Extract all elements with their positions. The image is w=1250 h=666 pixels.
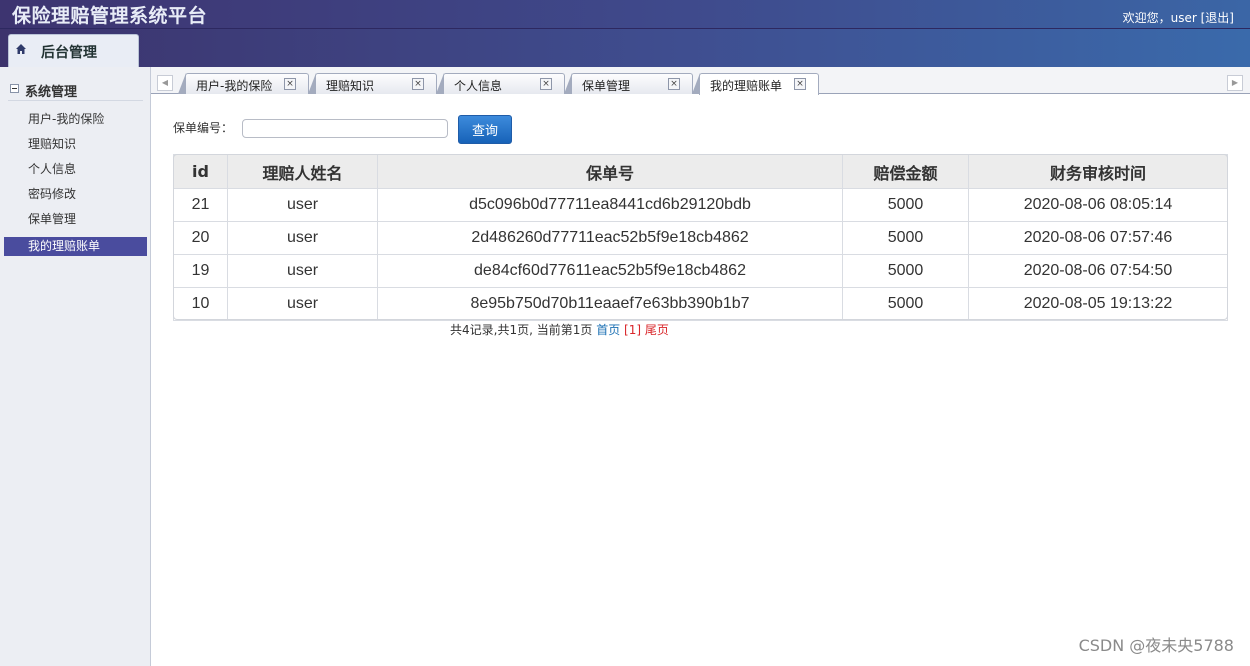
top-header: 保险理赔管理系统平台 欢迎您，user [退出] 后台管理 xyxy=(0,0,1250,67)
cell-amount: 5000 xyxy=(842,221,969,255)
cell-claimant: user xyxy=(227,221,378,255)
sidebar-item-my-claim-bills[interactable]: 我的理赔账单 xyxy=(4,237,147,256)
tab-personal-info[interactable]: 个人信息 × xyxy=(436,73,565,94)
sidebar-group-system[interactable]: 系统管理 xyxy=(8,80,143,101)
cell-id: 21 xyxy=(173,188,228,222)
sidebar: 系统管理 用户-我的保险 理赔知识 个人信息 密码修改 保单管理 我的理赔账单 xyxy=(0,67,151,666)
table-header-row: id 理赔人姓名 保单号 赔偿金额 财务审核时间 xyxy=(173,154,1228,189)
sidebar-item-my-insurance[interactable]: 用户-我的保险 xyxy=(4,109,147,134)
pagination: 共4记录,共1页, 当前第1页 首页 [1] 尾页 xyxy=(450,321,669,338)
cell-amount: 5000 xyxy=(842,188,969,222)
column-header-policy-number: 保单号 xyxy=(377,154,843,189)
tab-scroll-right-icon[interactable]: ▶ xyxy=(1227,75,1243,91)
column-header-claimant: 理赔人姓名 xyxy=(227,154,378,189)
tab-policy-management[interactable]: 保单管理 × xyxy=(564,73,693,94)
main-content: 保单编号： 查询 id 理赔人姓名 保单号 赔偿金额 财务审核时间 21 use… xyxy=(151,94,1250,666)
welcome-bar: 欢迎您，user [退出] xyxy=(1123,9,1234,26)
table-row: 20 user 2d486260d77711eac52b5f9e18cb4862… xyxy=(173,221,1228,255)
cell-audit-time: 2020-08-06 07:57:46 xyxy=(968,221,1228,255)
cell-claimant: user xyxy=(227,287,378,321)
tab-my-insurance[interactable]: 用户-我的保险 × xyxy=(178,73,309,94)
admin-panel-label: 后台管理 xyxy=(41,45,97,61)
tab-label: 理赔知识 xyxy=(326,79,375,93)
sidebar-item-claim-knowledge[interactable]: 理赔知识 xyxy=(4,134,147,159)
tab-my-claim-bills[interactable]: 我的理赔账单 × xyxy=(692,73,819,95)
app-title: 保险理赔管理系统平台 xyxy=(12,5,208,27)
tab-close-icon[interactable]: × xyxy=(540,78,552,90)
current-page-indicator: [1] xyxy=(624,323,642,337)
last-page-link[interactable]: 尾页 xyxy=(645,323,669,337)
sidebar-item-policy-management[interactable]: 保单管理 xyxy=(4,209,147,234)
sidebar-item-personal-info[interactable]: 个人信息 xyxy=(4,159,147,184)
table-row: 21 user d5c096b0d77711ea8441cd6b29120bdb… xyxy=(173,188,1228,222)
policy-number-label: 保单编号： xyxy=(173,121,234,135)
sidebar-item-change-password[interactable]: 密码修改 xyxy=(4,184,147,209)
tab-label: 个人信息 xyxy=(454,79,503,93)
cell-amount: 5000 xyxy=(842,287,969,321)
column-header-audit-time: 财务审核时间 xyxy=(968,154,1228,189)
tab-label: 用户-我的保险 xyxy=(196,79,273,93)
sidebar-menu: 用户-我的保险 理赔知识 个人信息 密码修改 保单管理 我的理赔账单 xyxy=(4,109,147,256)
table-row: 10 user 8e95b750d70b11eaaef7e63bb390b1b7… xyxy=(173,287,1228,321)
cell-policy-number: 8e95b750d70b11eaaef7e63bb390b1b7 xyxy=(377,287,843,321)
cell-amount: 5000 xyxy=(842,254,969,288)
tab-bar: ◀ 用户-我的保险 × 理赔知识 × 个人信息 × 保单管理 × 我的理赔账单 … xyxy=(151,67,1250,95)
header-band xyxy=(0,28,1250,67)
column-header-id: id xyxy=(173,154,228,189)
cell-id: 19 xyxy=(173,254,228,288)
sidebar-group-label: 系统管理 xyxy=(25,85,78,100)
cell-audit-time: 2020-08-05 19:13:22 xyxy=(968,287,1228,321)
welcome-text: 欢迎您，user xyxy=(1122,11,1197,25)
watermark: CSDN @夜未央5788 xyxy=(1078,636,1234,655)
cell-policy-number: d5c096b0d77711ea8441cd6b29120bdb xyxy=(377,188,843,222)
tab-close-icon[interactable]: × xyxy=(284,78,296,90)
cell-audit-time: 2020-08-06 08:05:14 xyxy=(968,188,1228,222)
pagination-summary: 共4记录,共1页, 当前第1页 xyxy=(450,323,593,337)
cell-policy-number: 2d486260d77711eac52b5f9e18cb4862 xyxy=(377,221,843,255)
tab-close-icon[interactable]: × xyxy=(794,78,806,90)
home-icon xyxy=(16,44,26,54)
tab-label: 保单管理 xyxy=(582,79,631,93)
table-row: 19 user de84cf60d77611eac52b5f9e18cb4862… xyxy=(173,254,1228,288)
column-header-amount: 赔偿金额 xyxy=(842,154,969,189)
logout-link[interactable]: [退出] xyxy=(1201,11,1234,25)
cell-id: 20 xyxy=(173,221,228,255)
tab-close-icon[interactable]: × xyxy=(668,78,680,90)
cell-claimant: user xyxy=(227,188,378,222)
claims-table: id 理赔人姓名 保单号 赔偿金额 财务审核时间 21 user d5c096b… xyxy=(173,154,1228,321)
cell-claimant: user xyxy=(227,254,378,288)
cell-policy-number: de84cf60d77611eac52b5f9e18cb4862 xyxy=(377,254,843,288)
cell-id: 10 xyxy=(173,287,228,321)
tab-scroll-left-icon[interactable]: ◀ xyxy=(157,75,173,91)
admin-panel-tab[interactable]: 后台管理 xyxy=(8,34,139,67)
first-page-link[interactable]: 首页 xyxy=(596,323,620,337)
query-button[interactable]: 查询 xyxy=(458,115,512,144)
tab-label: 我的理赔账单 xyxy=(710,79,783,93)
collapse-icon xyxy=(10,84,19,93)
cell-audit-time: 2020-08-06 07:54:50 xyxy=(968,254,1228,288)
tab-claim-knowledge[interactable]: 理赔知识 × xyxy=(308,73,437,94)
policy-number-input[interactable] xyxy=(242,119,448,138)
tab-close-icon[interactable]: × xyxy=(412,78,424,90)
